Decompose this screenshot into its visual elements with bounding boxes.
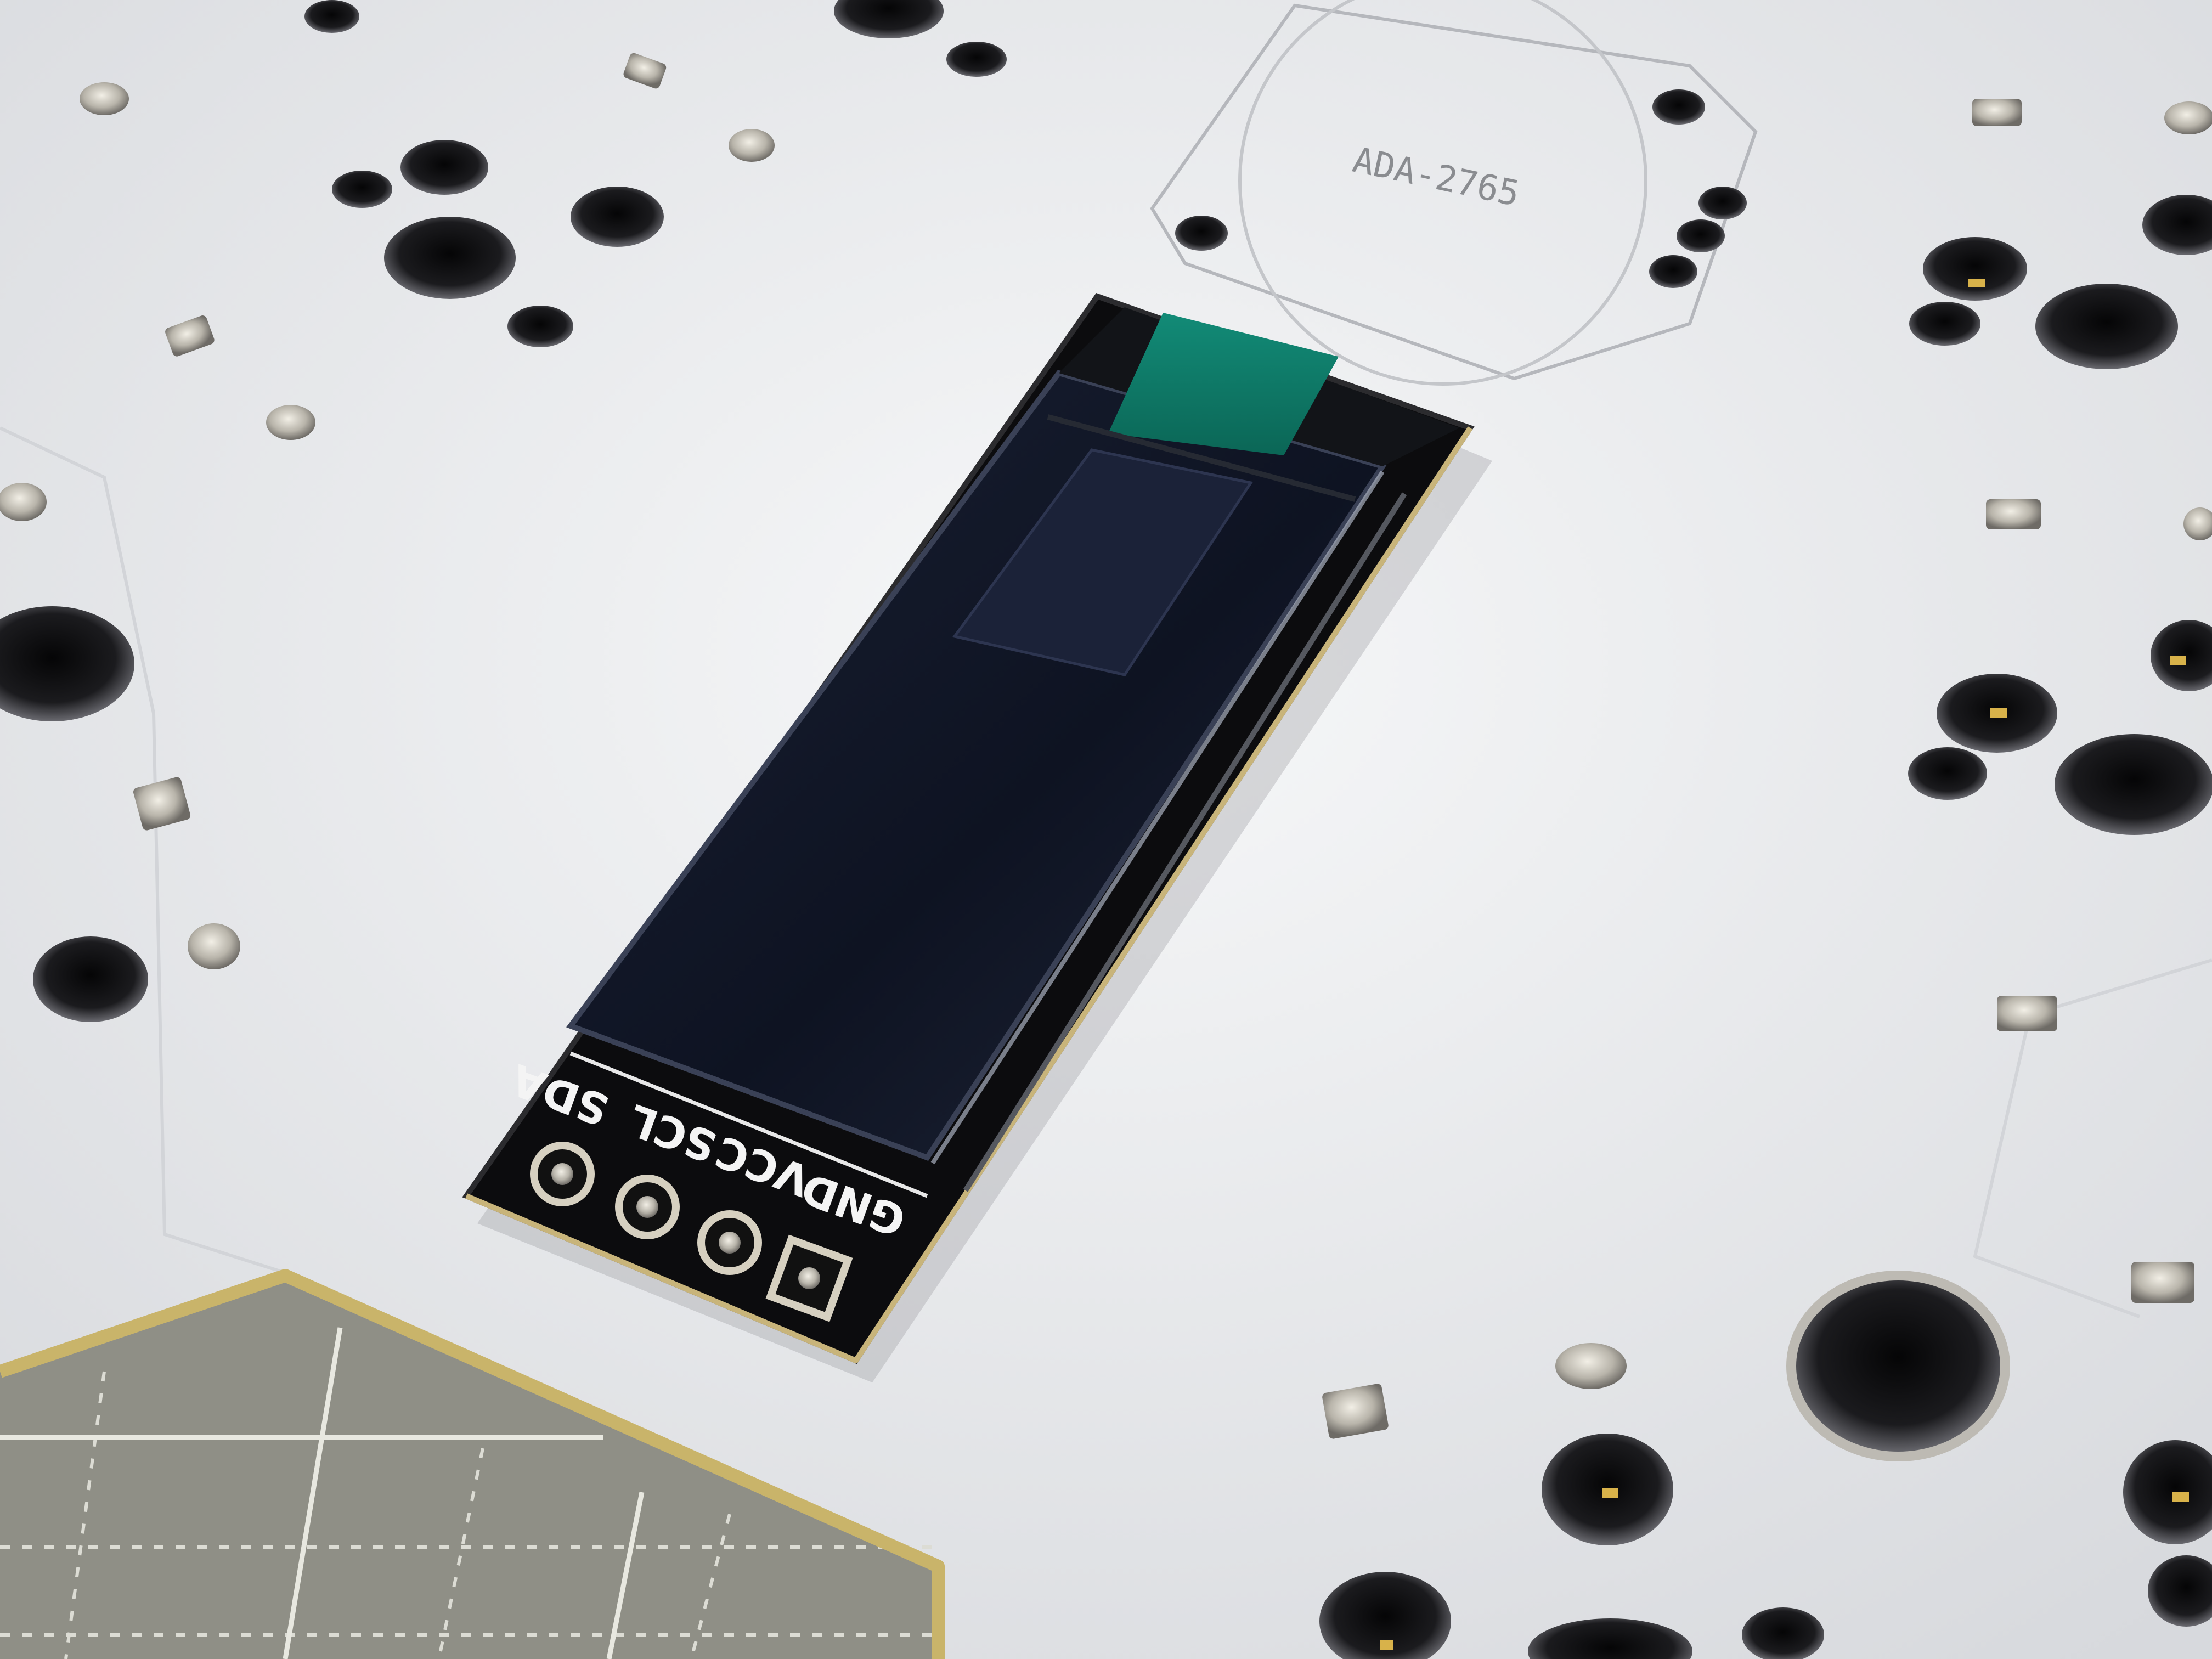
photo-scene: ADA-2765 SDA SCL VCC GND: [0, 0, 2212, 1659]
